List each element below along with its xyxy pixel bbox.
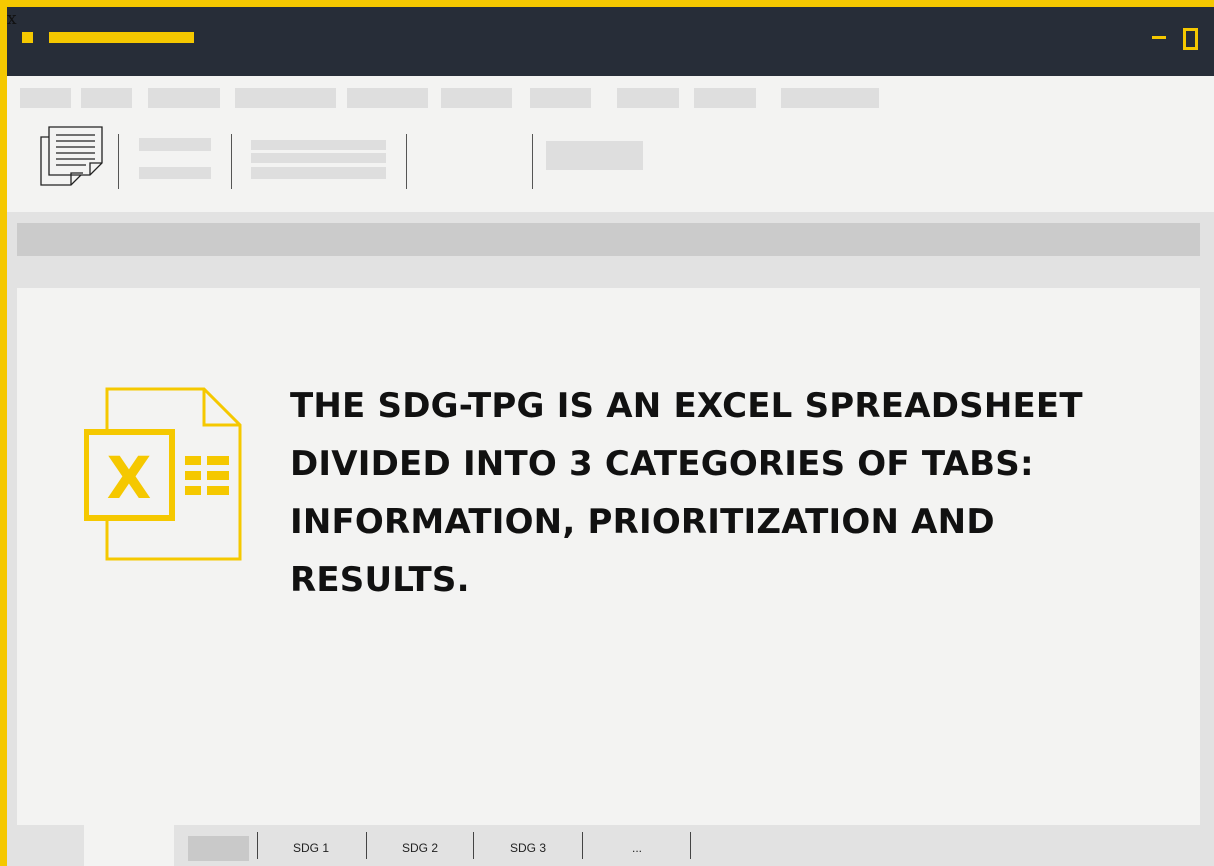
menu-item-placeholder[interactable] [781,88,879,108]
toolbar-separator [118,134,119,189]
formula-bar[interactable] [17,223,1200,256]
tab-active-placeholder[interactable] [188,836,249,861]
close-icon[interactable]: x [7,11,17,28]
menu-item-placeholder[interactable] [148,88,220,108]
toolbar-control-placeholder[interactable] [546,141,643,170]
headline-text: THE SDG-TPG IS AN EXCEL SPREADSHEET DIVI… [290,386,1083,600]
tab-separator [473,832,474,859]
toolbar-control-placeholder[interactable] [139,138,211,151]
tab-sdg-2[interactable]: SDG 2 [380,836,460,861]
menu-item-placeholder[interactable] [530,88,591,108]
toolbar-control-placeholder[interactable] [251,167,386,179]
menu-item-placeholder[interactable] [81,88,132,108]
menu-item-placeholder[interactable] [617,88,679,108]
toolbar-control-placeholder[interactable] [251,140,386,150]
toolbar-separator [231,134,232,189]
menu-item-placeholder[interactable] [347,88,428,108]
tab-more[interactable]: ... [597,836,677,861]
tab-separator [366,832,367,859]
paste-icon[interactable] [38,125,104,193]
minimize-icon[interactable] [1152,36,1166,39]
svg-text:X: X [107,444,152,512]
menu-item-placeholder[interactable] [441,88,512,108]
app-logo-icon [22,32,33,43]
menu-item-placeholder[interactable] [694,88,756,108]
tab-sdg-3[interactable]: SDG 3 [488,836,568,861]
tab-nav-area[interactable] [84,825,174,866]
window-title-placeholder [49,32,194,43]
title-bar: x [7,7,1214,76]
tab-sdg-1[interactable]: SDG 1 [271,836,351,861]
tab-separator [690,832,691,859]
menu-item-placeholder[interactable] [20,88,71,108]
menu-item-placeholder[interactable] [235,88,336,108]
toolbar-control-placeholder[interactable] [251,153,386,163]
app-window: x X THE SDG-TPG IS AN EXCEL SPREADSHEET … [7,7,1214,866]
toolbar-separator [406,134,407,189]
tab-separator [257,832,258,859]
excel-icon: X [84,387,242,561]
maximize-icon[interactable] [1183,28,1198,50]
toolbar-control-placeholder[interactable] [139,167,211,179]
toolbar-separator [532,134,533,189]
tab-separator [582,832,583,859]
